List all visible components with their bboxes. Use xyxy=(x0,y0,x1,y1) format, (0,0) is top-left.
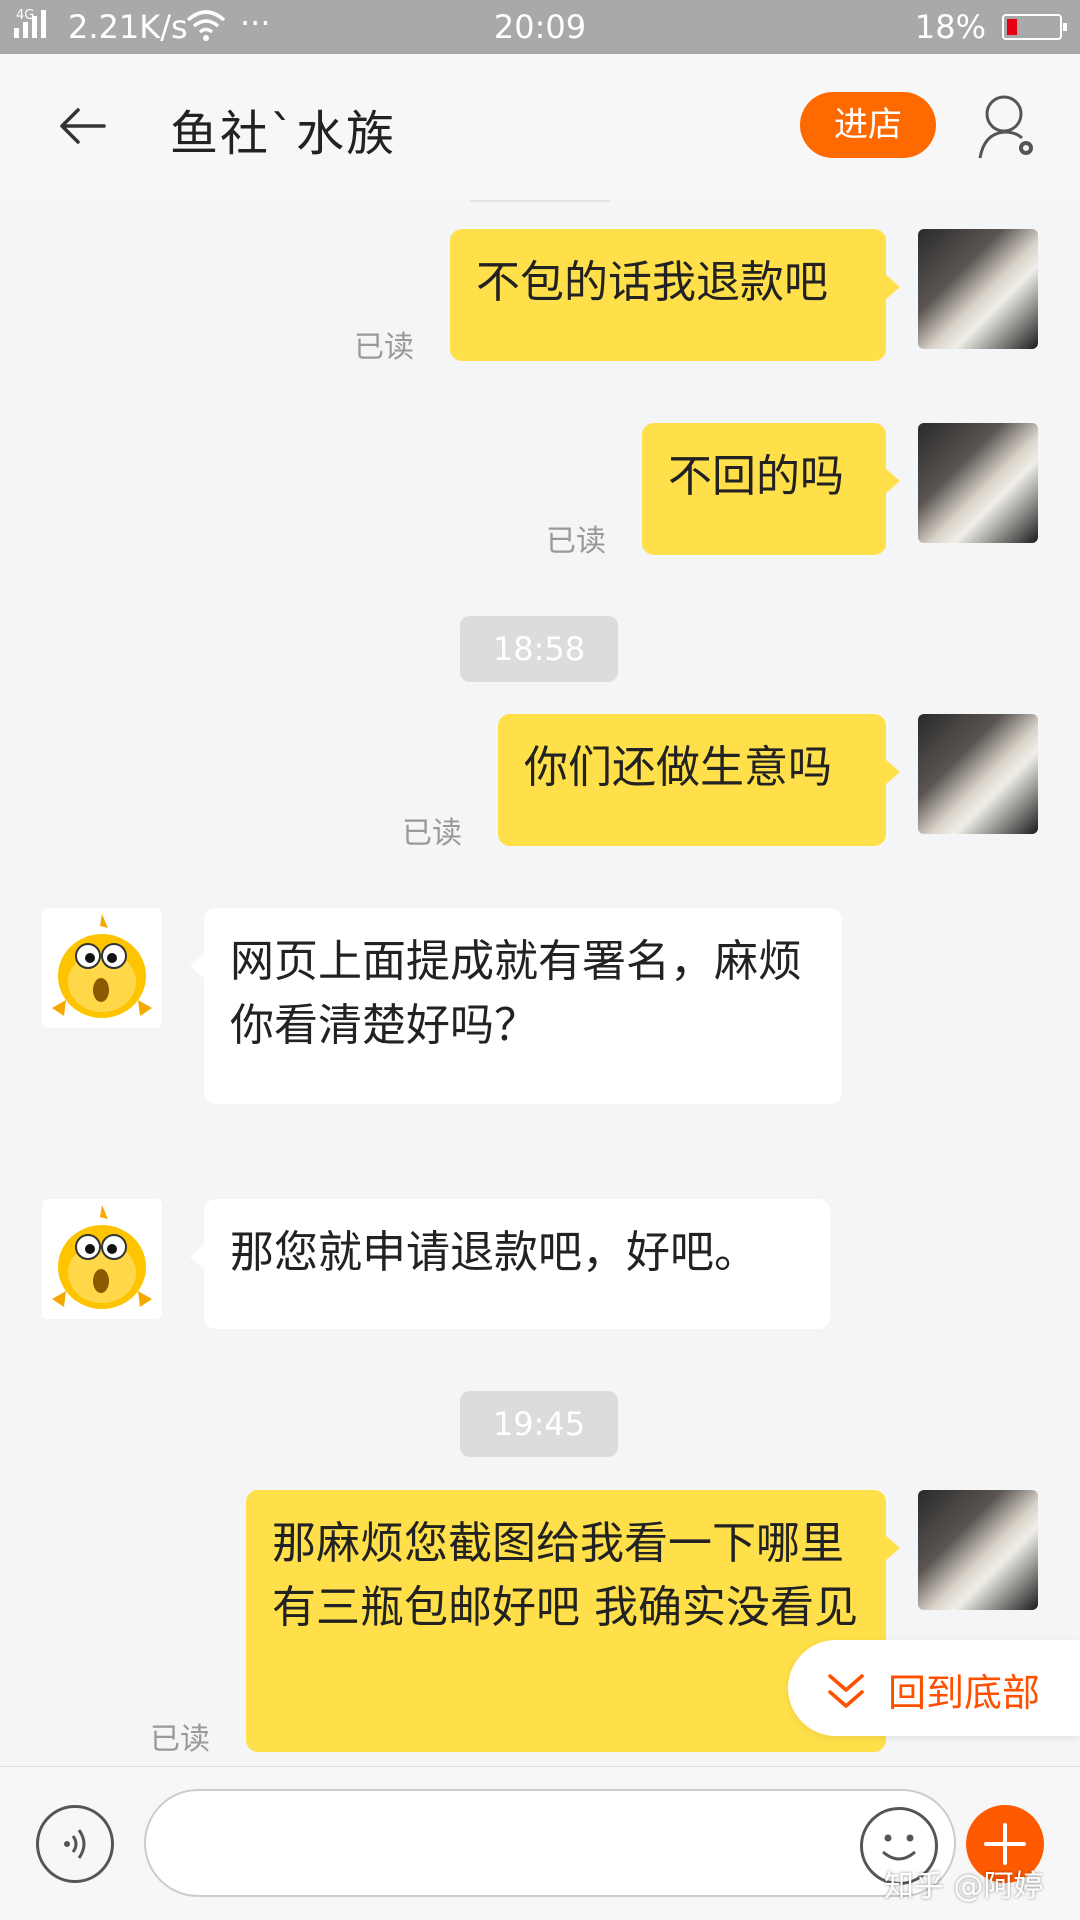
read-receipt: 已读 xyxy=(150,1722,210,1757)
yellow-chick-icon xyxy=(52,914,152,1018)
my-message-bubble[interactable]: 不回的吗 xyxy=(642,423,900,555)
my-message-bubble[interactable]: 不包的话我退款吧 xyxy=(450,229,900,361)
my-message-bubble[interactable]: 你们还做生意吗 xyxy=(498,714,900,846)
shop-message-bubble[interactable]: 网页上面提成就有署名，麻烦你看清楚好吗？ xyxy=(190,908,842,1104)
back-arrow-icon[interactable] xyxy=(56,100,108,152)
chat-header: 鱼社`水族 进店 xyxy=(0,54,1080,200)
shop-avatar[interactable] xyxy=(42,1199,162,1319)
read-receipt: 已读 xyxy=(354,330,414,365)
timestamp: 18:58 xyxy=(460,616,618,682)
read-receipt: 已读 xyxy=(402,816,462,851)
shop-title: 鱼社`水族 xyxy=(170,106,397,162)
battery-percent: 18% xyxy=(914,8,986,46)
battery-icon xyxy=(1002,14,1067,40)
scroll-to-bottom-button[interactable]: 回到底部 xyxy=(788,1640,1080,1736)
user-settings-icon[interactable] xyxy=(976,92,1040,162)
shop-avatar[interactable] xyxy=(42,908,162,1028)
my-avatar[interactable] xyxy=(918,714,1038,834)
voice-input-icon[interactable] xyxy=(36,1805,114,1883)
my-avatar[interactable] xyxy=(918,1490,1038,1610)
read-receipt: 已读 xyxy=(546,524,606,559)
chevron-double-down-icon xyxy=(824,1668,868,1712)
my-message-bubble[interactable]: 那麻烦您截图给我看一下哪里有三瓶包邮好吧 我确实没看见 xyxy=(246,1490,900,1752)
enter-shop-button[interactable]: 进店 xyxy=(800,92,936,158)
input-bar: 知乎 @阿婷 xyxy=(0,1766,1080,1920)
watermark: 知乎 @阿婷 xyxy=(884,1869,1044,1904)
shop-message-bubble[interactable]: 那您就申请退款吧，好吧。 xyxy=(190,1199,830,1329)
message-divider xyxy=(470,200,610,202)
my-avatar[interactable] xyxy=(918,423,1038,543)
scroll-to-bottom-label: 回到底部 xyxy=(888,1671,1041,1715)
timestamp: 19:45 xyxy=(460,1391,618,1457)
my-avatar[interactable] xyxy=(918,229,1038,349)
chat-messages[interactable]: 不包的话我退款吧 已读 不回的吗 已读 18:58 你们还做生意吗 已读 网页上… xyxy=(0,200,1080,1766)
status-bar: 4G 2.21K/s ··· 20:09 18% xyxy=(0,0,1080,54)
yellow-chick-icon xyxy=(52,1205,152,1309)
message-input[interactable] xyxy=(144,1789,956,1897)
